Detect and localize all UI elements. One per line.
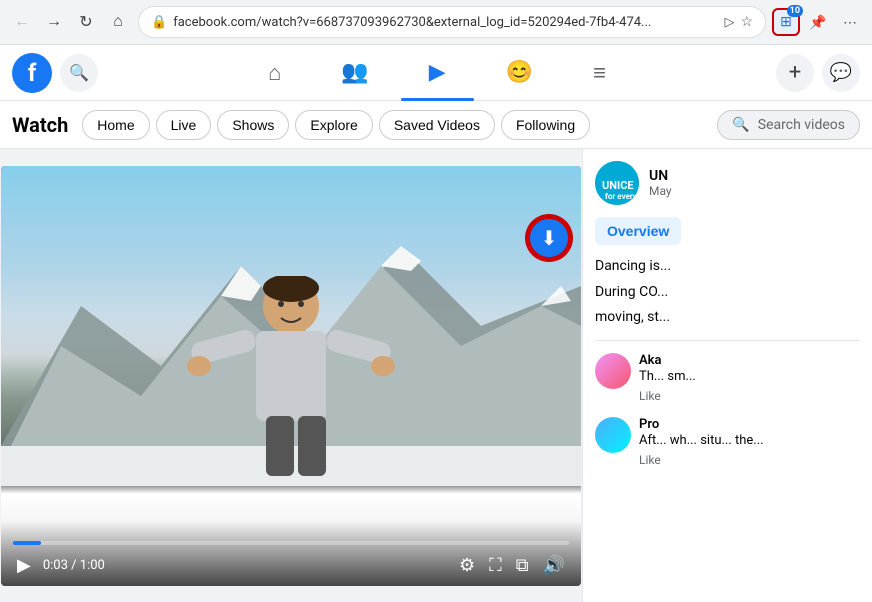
right-sidebar: UNICE for every child UN May Overview Da… — [582, 149, 872, 602]
progress-fill — [13, 541, 41, 545]
nav-watch[interactable]: ▶ — [401, 49, 474, 97]
navigate-icon: ▷ — [724, 15, 734, 30]
watch-search-placeholder: Search videos — [758, 117, 845, 133]
nav-home[interactable]: ⌂ — [240, 49, 309, 97]
lock-icon: 🔒 — [151, 15, 167, 30]
sidebar-divider — [595, 340, 860, 341]
fb-nav-center: ⌂ 👥 ▶ 😊 ≡ — [98, 49, 776, 97]
channel-date: May — [649, 184, 860, 198]
watch-nav-explore[interactable]: Explore — [295, 110, 372, 140]
channel-avatar: UNICE for every child — [595, 161, 639, 205]
fb-nav-right: + 💬 — [776, 54, 860, 92]
main-content: ⬇ ▶ 0:03 / 1:00 — [0, 149, 872, 602]
watch-nav-following[interactable]: Following — [501, 110, 590, 140]
child-figure-svg — [181, 276, 401, 556]
nav-buttons: ← → ↻ ⌂ — [8, 8, 132, 36]
home-button[interactable]: ⌂ — [104, 8, 132, 36]
watch-bar: Watch Home Live Shows Explore Saved Vide… — [0, 101, 872, 149]
description-line3: moving, st... — [595, 308, 860, 328]
settings-button[interactable]: ⚙ — [455, 553, 479, 578]
channel-name: UN — [649, 168, 860, 184]
play-button[interactable]: ▶ — [13, 553, 35, 578]
progress-bar[interactable] — [13, 541, 569, 545]
right-controls: ⚙ ⛶ ⧉ 🔊 — [455, 553, 569, 578]
nav-gaming[interactable]: 😊 — [478, 49, 561, 97]
video-controls: ▶ 0:03 / 1:00 ⚙ ⛶ — [1, 521, 581, 586]
svg-text:for every child: for every child — [605, 192, 639, 201]
address-bar[interactable]: 🔒 facebook.com/watch?v=668737093962730&e… — [138, 6, 766, 38]
comment-like-2[interactable]: Like — [639, 453, 860, 467]
comment-item-2: Pro Aft... wh... situ... the... Like — [595, 417, 860, 467]
watch-nav-live[interactable]: Live — [156, 110, 212, 140]
comment-avatar-2 — [595, 417, 631, 453]
download-icon: ⬇ — [541, 226, 558, 250]
browser-chrome: ← → ↻ ⌂ 🔒 facebook.com/watch?v=668737093… — [0, 0, 872, 45]
video-icon: ▶ — [429, 60, 446, 85]
comment-text-2: Aft... wh... situ... the... — [639, 432, 860, 450]
overview-button[interactable]: Overview — [595, 217, 681, 245]
description-line1: Dancing is... — [595, 257, 860, 277]
comment-item: Aka Th... sm... Like — [595, 353, 860, 403]
nav-menu[interactable]: ≡ — [565, 49, 634, 97]
watch-nav-shows[interactable]: Shows — [217, 110, 289, 140]
browser-toolbar: ← → ↻ ⌂ 🔒 facebook.com/watch?v=668737093… — [0, 0, 872, 44]
svg-text:UNICE: UNICE — [602, 179, 634, 192]
reload-button[interactable]: ↻ — [72, 8, 100, 36]
fullscreen-button[interactable]: ⛶ — [485, 553, 506, 578]
watch-title: Watch — [12, 113, 68, 137]
watch-search-icon: 🔍 — [732, 117, 749, 133]
volume-button[interactable]: 🔊 — [539, 553, 569, 578]
create-button[interactable]: + — [776, 54, 814, 92]
watch-search-bar[interactable]: 🔍 Search videos — [717, 110, 860, 140]
extension-badge: 10 — [787, 5, 803, 17]
nav-friends[interactable]: 👥 — [313, 49, 396, 97]
extension-button[interactable]: ⊞ 10 — [772, 8, 800, 36]
forward-button[interactable]: → — [40, 8, 68, 36]
comment-name-1: Aka — [639, 353, 860, 368]
home-icon: ⌂ — [268, 60, 281, 86]
comment-name-2: Pro — [639, 417, 860, 432]
facebook-logo[interactable]: f — [12, 53, 52, 93]
comment-text-1: Th... sm... — [639, 368, 860, 386]
facebook-navbar: f 🔍 ⌂ 👥 ▶ 😊 ≡ + 💬 — [0, 45, 872, 101]
channel-details: UN May — [649, 168, 860, 198]
download-button[interactable]: ⬇ — [527, 216, 571, 260]
comment-content-2: Pro Aft... wh... situ... the... Like — [639, 417, 860, 467]
browser-more-button[interactable]: ⋯ — [836, 8, 864, 36]
menu-icon: ≡ — [593, 60, 606, 86]
watch-nav-saved[interactable]: Saved Videos — [379, 110, 495, 140]
browser-actions: ⊞ 10 📌 ⋯ — [772, 8, 864, 36]
pin-button[interactable]: 📌 — [804, 8, 832, 36]
description-line2: During CO... — [595, 283, 860, 303]
watch-nav-home[interactable]: Home — [82, 110, 149, 140]
messenger-button[interactable]: 💬 — [822, 54, 860, 92]
controls-row: ▶ 0:03 / 1:00 ⚙ ⛶ — [13, 553, 569, 578]
channel-info: UNICE for every child UN May — [595, 161, 860, 205]
address-text: facebook.com/watch?v=668737093962730&ext… — [173, 15, 718, 30]
back-button[interactable]: ← — [8, 8, 36, 36]
friends-icon: 👥 — [341, 60, 368, 85]
unicef-logo: UNICE for every child — [595, 161, 639, 205]
comment-like-1[interactable]: Like — [639, 389, 860, 403]
gaming-icon: 😊 — [506, 60, 533, 85]
time-display: 0:03 / 1:00 — [43, 558, 105, 573]
search-icon: 🔍 — [69, 63, 89, 82]
comment-content-1: Aka Th... sm... Like — [639, 353, 860, 403]
video-area: ⬇ ▶ 0:03 / 1:00 — [0, 149, 582, 602]
comment-avatar-1 — [595, 353, 631, 389]
video-container[interactable]: ⬇ ▶ 0:03 / 1:00 — [1, 166, 581, 586]
pip-button[interactable]: ⧉ — [512, 553, 533, 578]
star-icon: ☆ — [740, 14, 753, 30]
fb-search-button[interactable]: 🔍 — [60, 54, 98, 92]
